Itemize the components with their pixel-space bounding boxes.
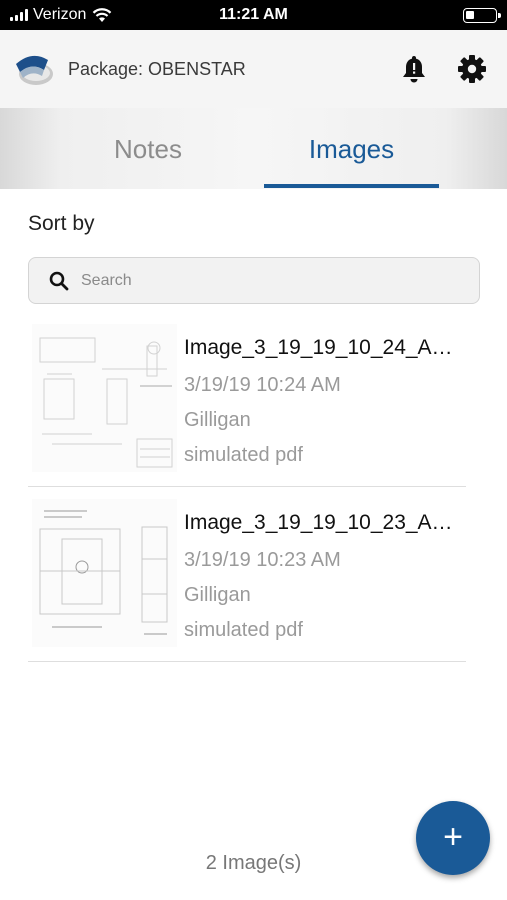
battery-icon (463, 8, 501, 23)
app-logo (16, 55, 53, 85)
plus-icon: + (443, 818, 463, 856)
status-time: 11:21 AM (219, 6, 288, 23)
image-date: 3/19/19 10:24 AM (184, 374, 341, 396)
image-type: simulated pdf (184, 619, 303, 641)
add-image-button[interactable]: + (416, 801, 490, 875)
image-thumbnail (32, 324, 177, 472)
search-box[interactable] (28, 257, 480, 304)
sort-by-button[interactable]: Sort by (28, 212, 95, 236)
search-input[interactable] (81, 258, 461, 303)
tab-images[interactable]: Images (264, 108, 439, 189)
image-thumbnail (32, 499, 177, 647)
bell-icon[interactable] (400, 54, 428, 84)
search-icon (49, 271, 69, 291)
image-author: Gilligan (184, 584, 251, 606)
image-type: simulated pdf (184, 444, 303, 466)
image-author: Gilligan (184, 409, 251, 431)
tab-bar: Notes Images (0, 108, 507, 189)
item-details: Image_3_19_19_10_24_A… 3/19/19 10:24 AM … (184, 334, 464, 473)
page-title: Package: OBENSTAR (68, 59, 246, 79)
status-bar: Verizon 11:21 AM (0, 0, 507, 30)
gear-icon[interactable] (456, 53, 488, 85)
image-name: Image_3_19_19_10_24_A… (184, 336, 453, 359)
app-header: Package: OBENSTAR (0, 30, 507, 108)
item-details: Image_3_19_19_10_23_A… 3/19/19 10:23 AM … (184, 509, 464, 648)
active-tab-indicator (264, 184, 439, 188)
image-date: 3/19/19 10:23 AM (184, 549, 341, 571)
list-item[interactable]: Image_3_19_19_10_23_A… 3/19/19 10:23 AM … (28, 487, 466, 662)
image-name: Image_3_19_19_10_23_A… (184, 511, 453, 534)
list-item[interactable]: Image_3_19_19_10_24_A… 3/19/19 10:24 AM … (28, 312, 466, 487)
tab-notes[interactable]: Notes (48, 108, 248, 189)
